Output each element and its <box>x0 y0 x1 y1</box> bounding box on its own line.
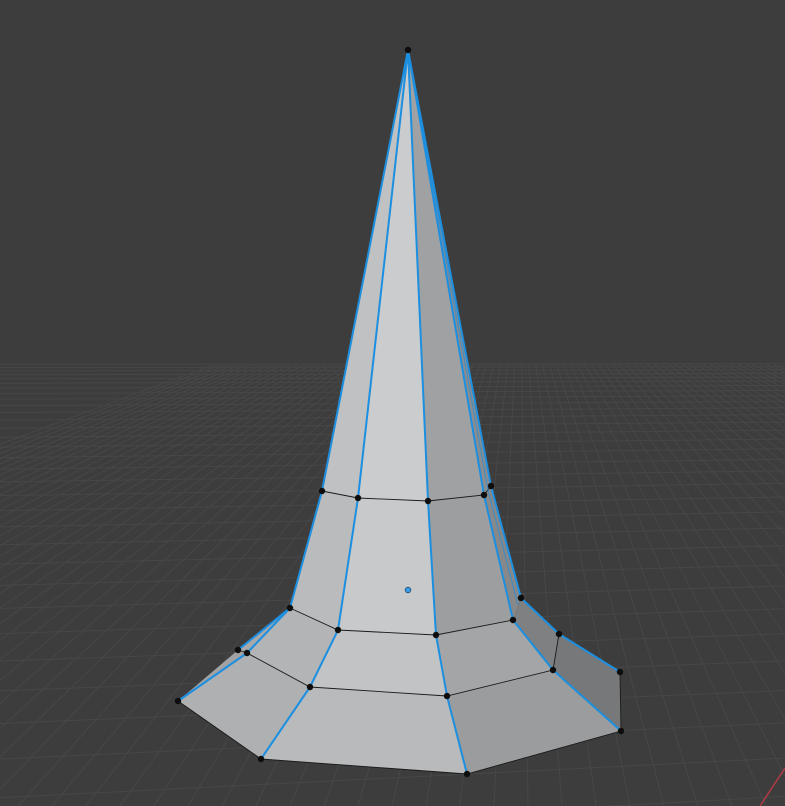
3d-viewport[interactable] <box>0 0 785 806</box>
cone-mesh[interactable] <box>174 46 625 778</box>
mesh-vertex[interactable] <box>318 487 326 495</box>
mesh-vertex[interactable] <box>616 668 624 676</box>
mesh-vertex[interactable] <box>174 697 182 705</box>
mesh-vertex[interactable] <box>354 494 362 502</box>
mesh-vertex[interactable] <box>404 46 412 54</box>
mesh-vertex[interactable] <box>306 683 314 691</box>
mesh-vertex[interactable] <box>257 755 265 763</box>
mesh-vertex[interactable] <box>549 666 557 674</box>
mesh-vertex[interactable] <box>487 482 495 490</box>
grid-line <box>0 363 237 460</box>
mesh-vertex[interactable] <box>443 692 451 700</box>
mesh-vertex[interactable] <box>334 626 342 634</box>
mesh-vertex[interactable] <box>432 631 440 639</box>
mesh-vertex[interactable] <box>517 594 525 602</box>
x-axis-line <box>759 767 785 806</box>
mesh-vertex[interactable] <box>480 491 488 499</box>
viewport-scene[interactable] <box>0 0 785 806</box>
mesh-vertex[interactable] <box>286 604 294 612</box>
mesh-vertex[interactable] <box>243 649 251 657</box>
mesh-vertex[interactable] <box>617 727 625 735</box>
mesh-vertex[interactable] <box>509 616 517 624</box>
mesh-vertex[interactable] <box>463 770 471 778</box>
object-origin-point[interactable] <box>404 586 412 594</box>
mesh-vertex[interactable] <box>234 646 242 654</box>
mesh-vertex[interactable] <box>424 497 432 505</box>
mesh-vertex[interactable] <box>555 630 563 638</box>
